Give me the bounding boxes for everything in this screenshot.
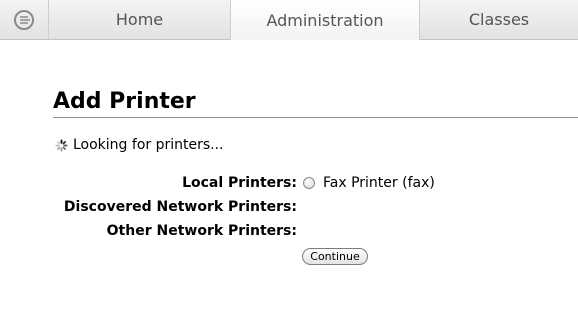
discovered-network-printers-row: Discovered Network Printers: xyxy=(0,199,578,219)
other-network-printers-row: Other Network Printers: xyxy=(0,223,578,243)
other-network-printers-label: Other Network Printers: xyxy=(106,223,297,239)
tab-home[interactable]: Home xyxy=(48,0,230,39)
fax-printer-radio[interactable] xyxy=(303,177,315,189)
tab-classes[interactable]: Classes xyxy=(420,0,578,39)
local-printers-row: Local Printers: Fax Printer (fax) xyxy=(0,175,578,195)
status-message: Looking for printers... xyxy=(55,137,224,153)
cups-logo-icon[interactable] xyxy=(0,0,48,39)
title-divider xyxy=(53,117,578,118)
tab-administration[interactable]: Administration xyxy=(230,0,420,40)
continue-button[interactable]: Continue xyxy=(302,248,368,265)
fax-printer-option-label[interactable]: Fax Printer (fax) xyxy=(323,175,435,191)
discovered-network-printers-label: Discovered Network Printers: xyxy=(63,199,297,215)
local-printers-label: Local Printers: xyxy=(182,175,297,191)
status-text: Looking for printers... xyxy=(73,137,224,153)
page-title: Add Printer xyxy=(53,89,196,114)
top-navigation-bar: Home Administration Classes xyxy=(0,0,578,40)
local-printer-option[interactable]: Fax Printer (fax) xyxy=(303,175,435,191)
loading-spinner-icon xyxy=(55,138,68,152)
